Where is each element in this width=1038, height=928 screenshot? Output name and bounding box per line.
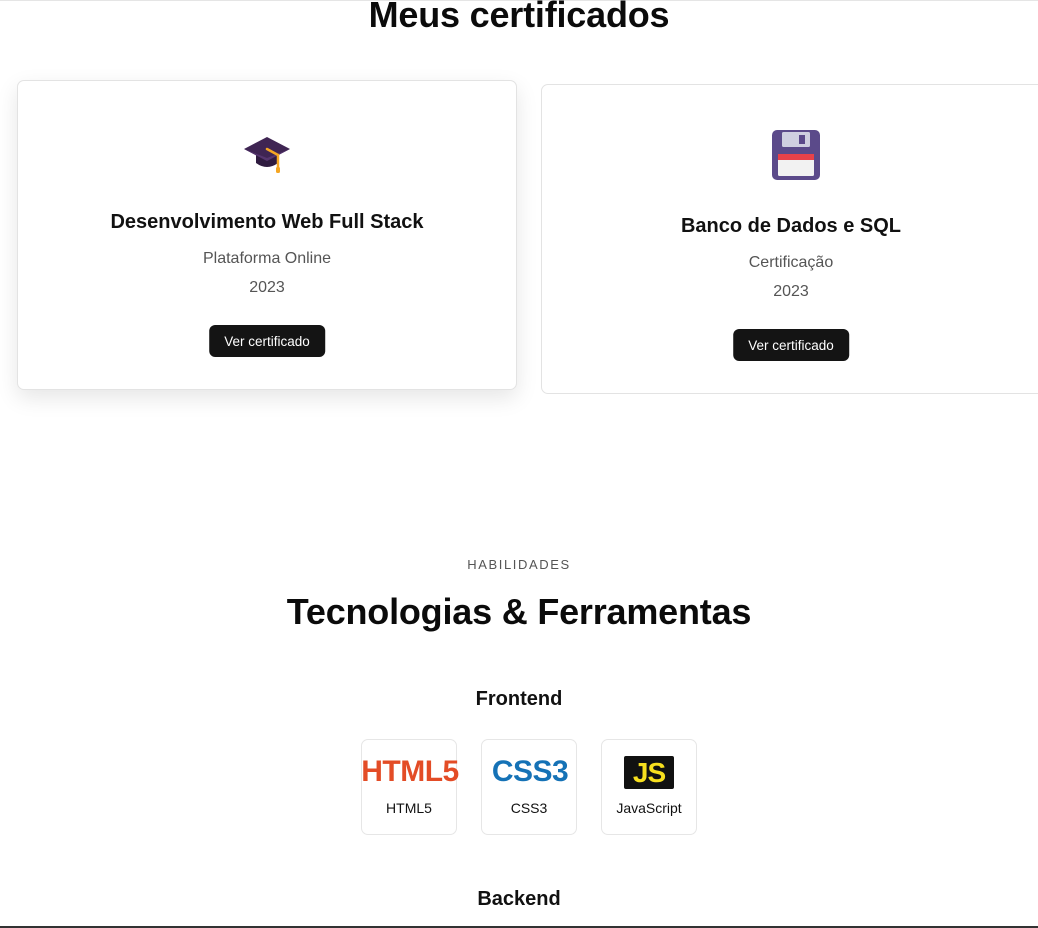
tech-card-html5: HTML5 HTML5 xyxy=(361,739,459,835)
javascript-logo-text: JS xyxy=(632,757,666,788)
view-certificate-button[interactable]: Ver certificado xyxy=(209,325,325,357)
certificate-card-database: Banco de Dados e SQL Certificação 2023 V… xyxy=(541,84,1038,394)
certificate-year: 2023 xyxy=(773,283,809,300)
certificate-issuer: Plataforma Online xyxy=(202,250,332,267)
html5-logo: HTML5 xyxy=(361,755,459,788)
floppy-disk-icon xyxy=(542,129,1038,180)
certificate-year: 2023 xyxy=(249,279,285,296)
view-certificate-button[interactable]: Ver certificado xyxy=(733,329,849,361)
tech-label: HTML5 xyxy=(386,800,432,816)
certificates-section-title: Meus certificados xyxy=(368,0,670,35)
skills-section-title: Tecnologias & Ferramentas xyxy=(286,591,752,632)
certificate-card-fullstack: Desenvolvimento Web Full Stack Plataform… xyxy=(17,80,517,390)
certificate-issuer: Certificação xyxy=(748,254,834,271)
certificate-title: Banco de Dados e SQL xyxy=(680,215,902,237)
tech-label: CSS3 xyxy=(510,800,548,816)
tech-label: JavaScript xyxy=(616,800,682,816)
javascript-logo: JS xyxy=(624,756,674,789)
graduation-cap-icon xyxy=(18,131,516,181)
tech-card-css3: CSS3 CSS3 xyxy=(481,739,577,835)
frontend-group-title: Frontend xyxy=(475,688,563,710)
css3-logo: CSS3 xyxy=(491,755,569,788)
certificate-title: Desenvolvimento Web Full Stack xyxy=(110,211,424,233)
backend-group-title: Backend xyxy=(477,888,561,910)
skills-eyebrow: HABILIDADES xyxy=(467,557,571,572)
tech-card-javascript: JS JavaScript xyxy=(601,739,697,835)
